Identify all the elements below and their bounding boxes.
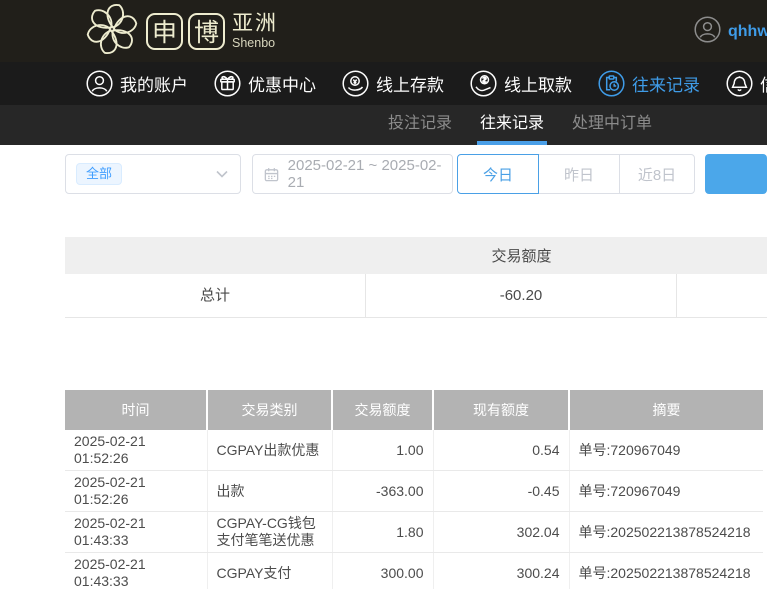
summary-header-amount: 交易额度	[366, 245, 677, 266]
calendar-icon	[263, 166, 280, 183]
cell-balance: 0.54	[433, 430, 569, 471]
nav-item-withdraw[interactable]: 线上取款	[470, 70, 572, 97]
summary-total-label: 总计	[65, 274, 366, 318]
summary-header-row: 交易额度	[65, 237, 767, 274]
cell-type: 出款	[207, 471, 332, 512]
category-select[interactable]: 全部	[65, 154, 241, 194]
summary-total-row: 总计 -60.20	[65, 274, 767, 318]
date-range-input[interactable]: 2025-02-21 ~ 2025-02-21	[252, 154, 453, 194]
cell-type: CGPAY支付	[207, 553, 332, 589]
account-menu[interactable]: qhhw	[694, 16, 767, 48]
cell-amount: 1.00	[332, 430, 433, 471]
cell-type: CGPAY-CG钱包支付笔笔送优惠	[207, 512, 332, 553]
table-row: 2025-02-21 01:43:33 CGPAY支付 300.00 300.2…	[65, 553, 763, 589]
user-icon	[86, 70, 113, 97]
yesterday-button[interactable]: 昨日	[538, 154, 620, 194]
cell-time: 2025-02-21 01:52:26	[65, 471, 207, 512]
tab-betting-records[interactable]: 投注记录	[388, 105, 452, 145]
brand-region: 亚洲	[232, 13, 278, 34]
nav-label: 优惠中心	[248, 71, 316, 96]
records-table: 时间 交易类别 交易额度 现有额度 摘要 2025-02-21 01:52:26…	[65, 390, 763, 589]
brand-logo[interactable]: 申 博 亚洲 Shenbo	[84, 1, 278, 62]
filter-row: 全部 2025-02-21 ~ 2025-02-21 今日 昨日 近8日	[65, 154, 767, 194]
date-range-value: 2025-02-21 ~ 2025-02-21	[288, 157, 442, 191]
records-icon	[598, 70, 625, 97]
cell-time: 2025-02-21 01:43:33	[65, 553, 207, 589]
col-header-balance: 现有额度	[433, 390, 569, 430]
bell-icon	[726, 70, 753, 97]
tab-transaction-records[interactable]: 往来记录	[480, 105, 544, 145]
summary-table: 交易额度 总计 -60.20	[65, 237, 767, 318]
nav-label: 信息中心	[760, 71, 767, 96]
table-row: 2025-02-21 01:43:33 CGPAY-CG钱包支付笔笔送优惠 1.…	[65, 512, 763, 553]
summary-total-value: -60.20	[366, 274, 677, 318]
nav-item-records[interactable]: 往来记录	[598, 70, 700, 97]
col-header-time: 时间	[65, 390, 207, 430]
col-header-memo: 摘要	[569, 390, 763, 430]
cell-memo: 单号:720967049	[569, 430, 763, 471]
brand-char-1: 申	[146, 13, 183, 50]
tab-processing-orders[interactable]: 处理中订单	[572, 105, 652, 145]
records-subnav: 投注记录 往来记录 处理中订单	[0, 105, 767, 145]
table-row: 2025-02-21 01:52:26 出款 -363.00 -0.45 单号:…	[65, 471, 763, 512]
top-header: 申 博 亚洲 Shenbo qhhw	[0, 0, 767, 62]
last-8-days-button[interactable]: 近8日	[619, 154, 695, 194]
nav-item-deposit[interactable]: 线上存款	[342, 70, 444, 97]
quick-date-buttons: 今日 昨日 近8日	[457, 154, 695, 194]
nav-label: 往来记录	[632, 71, 700, 96]
cell-memo: 单号:202502213878524218	[569, 553, 763, 589]
selected-category-tag[interactable]: 全部	[76, 163, 122, 185]
main-content: 全部 2025-02-21 ~ 2025-02-21 今日 昨日 近8日 交易额…	[0, 154, 767, 589]
nav-label: 我的账户	[120, 71, 188, 96]
flower-logo-icon	[84, 1, 140, 62]
table-row: 2025-02-21 01:52:26 CGPAY出款优惠 1.00 0.54 …	[65, 430, 763, 471]
cell-time: 2025-02-21 01:43:33	[65, 512, 207, 553]
nav-item-messages[interactable]: 信息中心	[726, 70, 767, 97]
username[interactable]: qhhw	[728, 23, 767, 41]
chevron-down-icon	[216, 165, 228, 183]
today-button[interactable]: 今日	[457, 154, 539, 194]
cell-memo: 单号:720967049	[569, 471, 763, 512]
cell-type: CGPAY出款优惠	[207, 430, 332, 471]
cell-amount: 300.00	[332, 553, 433, 589]
gift-icon	[214, 70, 241, 97]
main-nav: 我的账户 优惠中心 线上存款 线上取款	[0, 62, 767, 105]
cell-memo: 单号:202502213878524218	[569, 512, 763, 553]
user-avatar-icon	[694, 16, 721, 48]
cell-amount: 1.80	[332, 512, 433, 553]
cell-time: 2025-02-21 01:52:26	[65, 430, 207, 471]
brand-subtitle: Shenbo	[232, 37, 278, 50]
brand-char-2: 博	[188, 13, 225, 50]
nav-item-my-account[interactable]: 我的账户	[86, 70, 188, 97]
nav-label: 线上存款	[376, 71, 444, 96]
cell-balance: 302.04	[433, 512, 569, 553]
cell-balance: -0.45	[433, 471, 569, 512]
col-header-type: 交易类别	[207, 390, 332, 430]
search-button[interactable]	[705, 154, 767, 194]
col-header-amount: 交易额度	[332, 390, 433, 430]
records-header-row: 时间 交易类别 交易额度 现有额度 摘要	[65, 390, 763, 430]
deposit-icon	[342, 70, 369, 97]
cell-amount: -363.00	[332, 471, 433, 512]
cell-balance: 300.24	[433, 553, 569, 589]
nav-label: 线上取款	[504, 71, 572, 96]
withdraw-icon	[470, 70, 497, 97]
nav-item-promotions[interactable]: 优惠中心	[214, 70, 316, 97]
brand-region-block: 亚洲 Shenbo	[232, 13, 278, 50]
